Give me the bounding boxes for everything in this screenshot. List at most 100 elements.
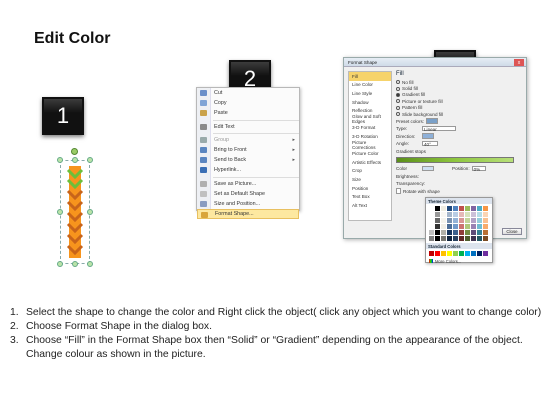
- color-swatch[interactable]: [477, 206, 482, 211]
- resize-handle-nw[interactable]: [57, 157, 63, 163]
- angle-input[interactable]: 40°: [422, 140, 438, 147]
- color-swatch[interactable]: [477, 224, 482, 229]
- color-swatch[interactable]: [441, 236, 446, 241]
- menu-item-cut[interactable]: Cut: [197, 88, 299, 98]
- menu-item-bring-to-front[interactable]: Bring to Front ▸: [197, 145, 299, 155]
- color-swatch[interactable]: [441, 230, 446, 235]
- menu-item-paste[interactable]: Paste: [197, 108, 299, 118]
- direction-dropdown[interactable]: [422, 133, 434, 139]
- color-swatch[interactable]: [483, 206, 488, 211]
- color-swatch[interactable]: [429, 206, 434, 211]
- color-swatch[interactable]: [435, 212, 440, 217]
- more-colors-item[interactable]: More Colors...: [426, 258, 492, 264]
- menu-item-group[interactable]: Group ▸: [197, 135, 299, 145]
- resize-handle-se[interactable]: [87, 261, 93, 267]
- category-line-style[interactable]: Line Style: [349, 89, 391, 98]
- category-picture-corrections[interactable]: Picture Corrections: [349, 140, 391, 150]
- preset-colors-dropdown[interactable]: [426, 118, 438, 124]
- color-swatch[interactable]: [429, 251, 434, 256]
- color-swatch[interactable]: [441, 212, 446, 217]
- color-swatch[interactable]: [465, 212, 470, 217]
- color-swatch[interactable]: [447, 218, 452, 223]
- menu-item-copy[interactable]: Copy: [197, 98, 299, 108]
- color-swatch[interactable]: [429, 218, 434, 223]
- category-text-box[interactable]: Text Box: [349, 192, 391, 201]
- color-swatch[interactable]: [459, 236, 464, 241]
- color-swatch[interactable]: [453, 236, 458, 241]
- color-swatch[interactable]: [465, 224, 470, 229]
- color-swatch[interactable]: [453, 251, 458, 256]
- color-swatch[interactable]: [465, 206, 470, 211]
- color-swatch[interactable]: [447, 224, 452, 229]
- color-swatch[interactable]: [471, 206, 476, 211]
- color-swatch[interactable]: [453, 230, 458, 235]
- menu-item-size-position[interactable]: Size and Position...: [197, 199, 299, 209]
- color-swatch[interactable]: [483, 224, 488, 229]
- category-size[interactable]: Size: [349, 175, 391, 184]
- color-swatch[interactable]: [435, 251, 440, 256]
- category-line-color[interactable]: Line Color: [349, 81, 391, 90]
- color-swatch[interactable]: [429, 212, 434, 217]
- color-swatch[interactable]: [453, 218, 458, 223]
- color-swatch[interactable]: [441, 224, 446, 229]
- color-swatch[interactable]: [429, 236, 434, 241]
- color-swatch[interactable]: [447, 206, 452, 211]
- color-swatch[interactable]: [441, 251, 446, 256]
- chevron-shape-icon[interactable]: [60, 160, 90, 264]
- color-swatch[interactable]: [483, 230, 488, 235]
- close-icon[interactable]: x: [514, 59, 524, 66]
- category-alt-text[interactable]: Alt Text: [349, 201, 391, 210]
- color-swatch[interactable]: [483, 236, 488, 241]
- color-swatch[interactable]: [471, 224, 476, 229]
- category-position[interactable]: Position: [349, 184, 391, 193]
- color-swatch[interactable]: [465, 236, 470, 241]
- color-swatch[interactable]: [471, 236, 476, 241]
- color-swatch[interactable]: [435, 230, 440, 235]
- color-swatch[interactable]: [453, 224, 458, 229]
- category-artistic-effects[interactable]: Artistic Effects: [349, 158, 391, 167]
- color-swatch[interactable]: [447, 212, 452, 217]
- color-swatch[interactable]: [453, 206, 458, 211]
- menu-item-save-as-picture[interactable]: Save as Picture...: [197, 179, 299, 189]
- color-swatch[interactable]: [459, 251, 464, 256]
- color-swatch[interactable]: [459, 218, 464, 223]
- category-glow[interactable]: Glow and Soft Edges: [349, 114, 391, 124]
- color-swatch[interactable]: [459, 212, 464, 217]
- category-shadow[interactable]: Shadow: [349, 98, 391, 107]
- color-swatch[interactable]: [477, 251, 482, 256]
- color-swatch[interactable]: [465, 230, 470, 235]
- rotate-with-shape-row[interactable]: Rotate with shape: [396, 187, 524, 195]
- color-swatch[interactable]: [429, 230, 434, 235]
- color-swatch[interactable]: [441, 218, 446, 223]
- color-swatch[interactable]: [447, 236, 452, 241]
- color-swatch[interactable]: [483, 218, 488, 223]
- type-select[interactable]: Linear: [422, 125, 456, 132]
- color-swatch[interactable]: [477, 212, 482, 217]
- color-swatch[interactable]: [447, 251, 452, 256]
- color-swatch[interactable]: [471, 218, 476, 223]
- category-picture-color[interactable]: Picture Color: [349, 149, 391, 158]
- color-swatch[interactable]: [459, 224, 464, 229]
- color-swatch[interactable]: [459, 206, 464, 211]
- menu-item-set-default-shape[interactable]: Set as Default Shape: [197, 189, 299, 199]
- color-swatch[interactable]: [447, 230, 452, 235]
- color-swatch[interactable]: [459, 230, 464, 235]
- color-swatch[interactable]: [477, 218, 482, 223]
- color-swatch[interactable]: [483, 251, 488, 256]
- color-swatch[interactable]: [465, 251, 470, 256]
- rotation-handle[interactable]: [71, 148, 78, 155]
- menu-item-send-to-back[interactable]: Send to Back ▸: [197, 155, 299, 165]
- color-swatch[interactable]: [435, 206, 440, 211]
- category-crop[interactable]: Crop: [349, 167, 391, 176]
- color-swatch[interactable]: [435, 224, 440, 229]
- color-swatch[interactable]: [471, 230, 476, 235]
- color-swatch[interactable]: [453, 212, 458, 217]
- color-swatch[interactable]: [435, 218, 440, 223]
- category-fill[interactable]: Fill: [349, 72, 391, 81]
- color-swatch[interactable]: [441, 206, 446, 211]
- category-3d-format[interactable]: 3-D Format: [349, 124, 391, 133]
- color-swatch[interactable]: [483, 212, 488, 217]
- resize-handle-n[interactable]: [72, 157, 78, 163]
- color-picker-button[interactable]: [422, 165, 434, 172]
- resize-handle-ne[interactable]: [87, 157, 93, 163]
